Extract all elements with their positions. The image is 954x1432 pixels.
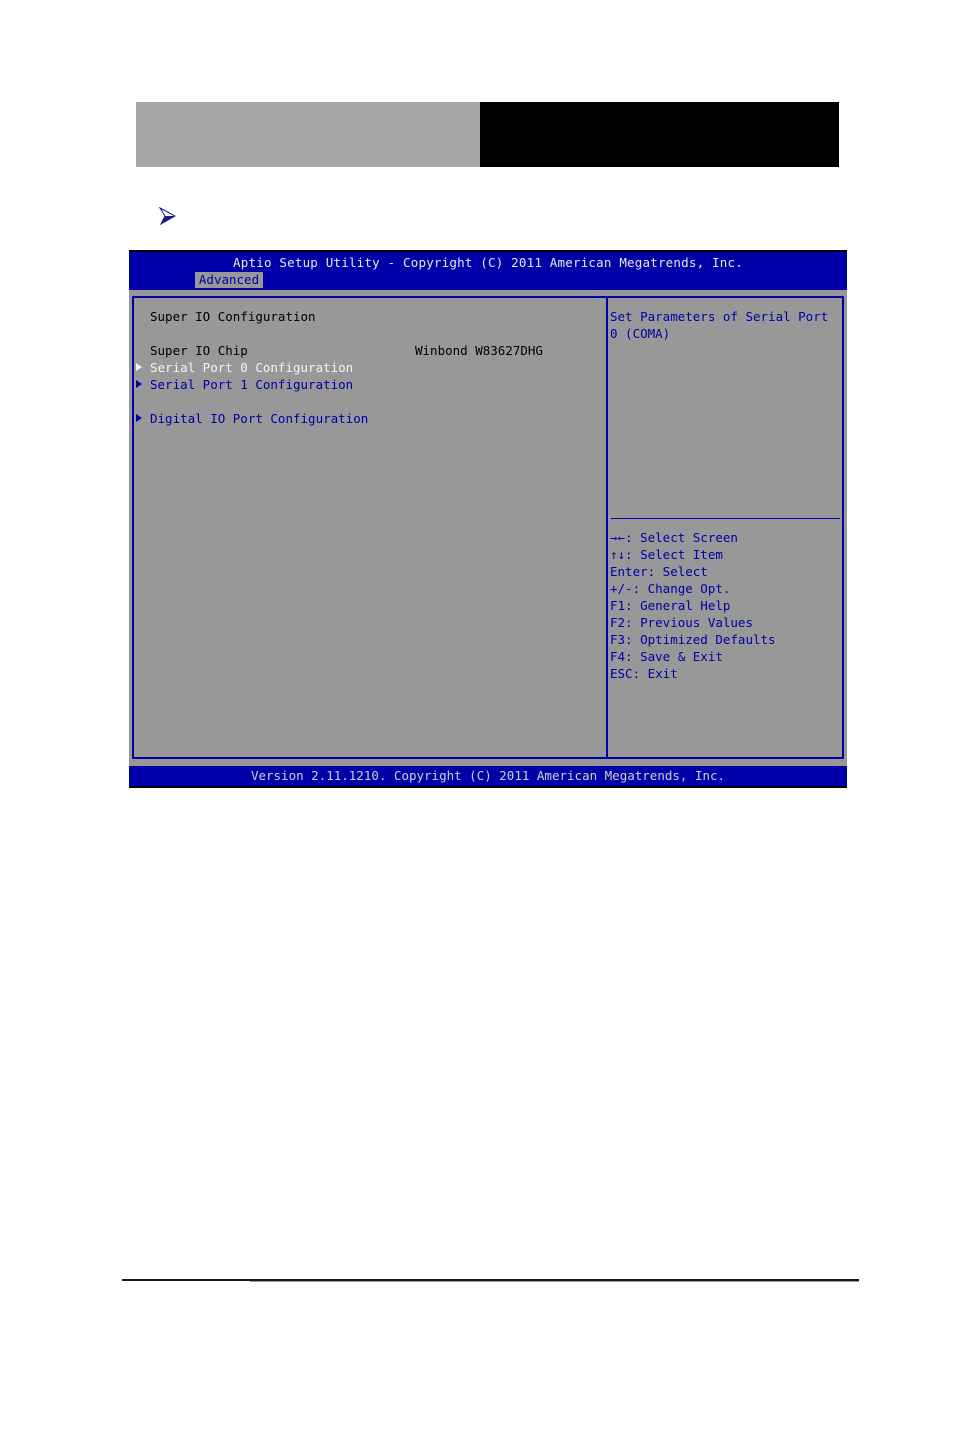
arrow-bullet-icon — [158, 207, 176, 225]
menu-item-label: Digital IO Port Configuration — [150, 411, 369, 426]
key-help-enter: Enter: Select — [610, 564, 708, 579]
page-title: Super IO Configuration — [150, 309, 316, 324]
menu-item-label: Serial Port 1 Configuration — [150, 377, 354, 392]
key-help-f4: F4: Save & Exit — [610, 649, 723, 664]
help-text-line: 0 (COMA) — [610, 326, 671, 341]
settings-panel: Super IO Configuration Super IO Chip Win… — [132, 296, 608, 759]
super-io-chip-label: Super IO Chip — [150, 343, 248, 358]
bios-body: Super IO Configuration Super IO Chip Win… — [129, 290, 847, 766]
key-help-f1: F1: General Help — [610, 598, 731, 613]
submenu-arrow-icon — [136, 414, 142, 422]
submenu-arrow-icon — [136, 363, 142, 371]
tab-advanced[interactable]: Advanced — [195, 272, 263, 288]
footer-divider-shadow — [250, 1281, 859, 1282]
key-help-f2: F2: Previous Values — [610, 615, 753, 630]
help-panel: Set Parameters of Serial Port 0 (COMA) →… — [606, 296, 844, 759]
page-header-left-band — [136, 102, 480, 167]
submenu-arrow-icon — [136, 380, 142, 388]
key-help-select-screen: →←: Select Screen — [610, 530, 738, 545]
key-help-f3: F3: Optimized Defaults — [610, 632, 776, 647]
key-help-select-item: ↑↓: Select Item — [610, 547, 723, 562]
help-divider — [611, 518, 840, 519]
page-header-right-band — [480, 102, 839, 167]
bios-title: Aptio Setup Utility - Copyright (C) 2011… — [233, 255, 743, 270]
menu-item-label: Serial Port 0 Configuration — [150, 360, 354, 375]
super-io-chip-value: Winbond W83627DHG — [415, 343, 543, 358]
key-help-esc: ESC: Exit — [610, 666, 678, 681]
bios-version: Version 2.11.1210. Copyright (C) 2011 Am… — [250, 768, 726, 783]
bios-screenshot: Aptio Setup Utility - Copyright (C) 2011… — [129, 250, 847, 788]
help-text-line: Set Parameters of Serial Port — [610, 309, 829, 324]
key-help-change-opt: +/-: Change Opt. — [610, 581, 731, 596]
